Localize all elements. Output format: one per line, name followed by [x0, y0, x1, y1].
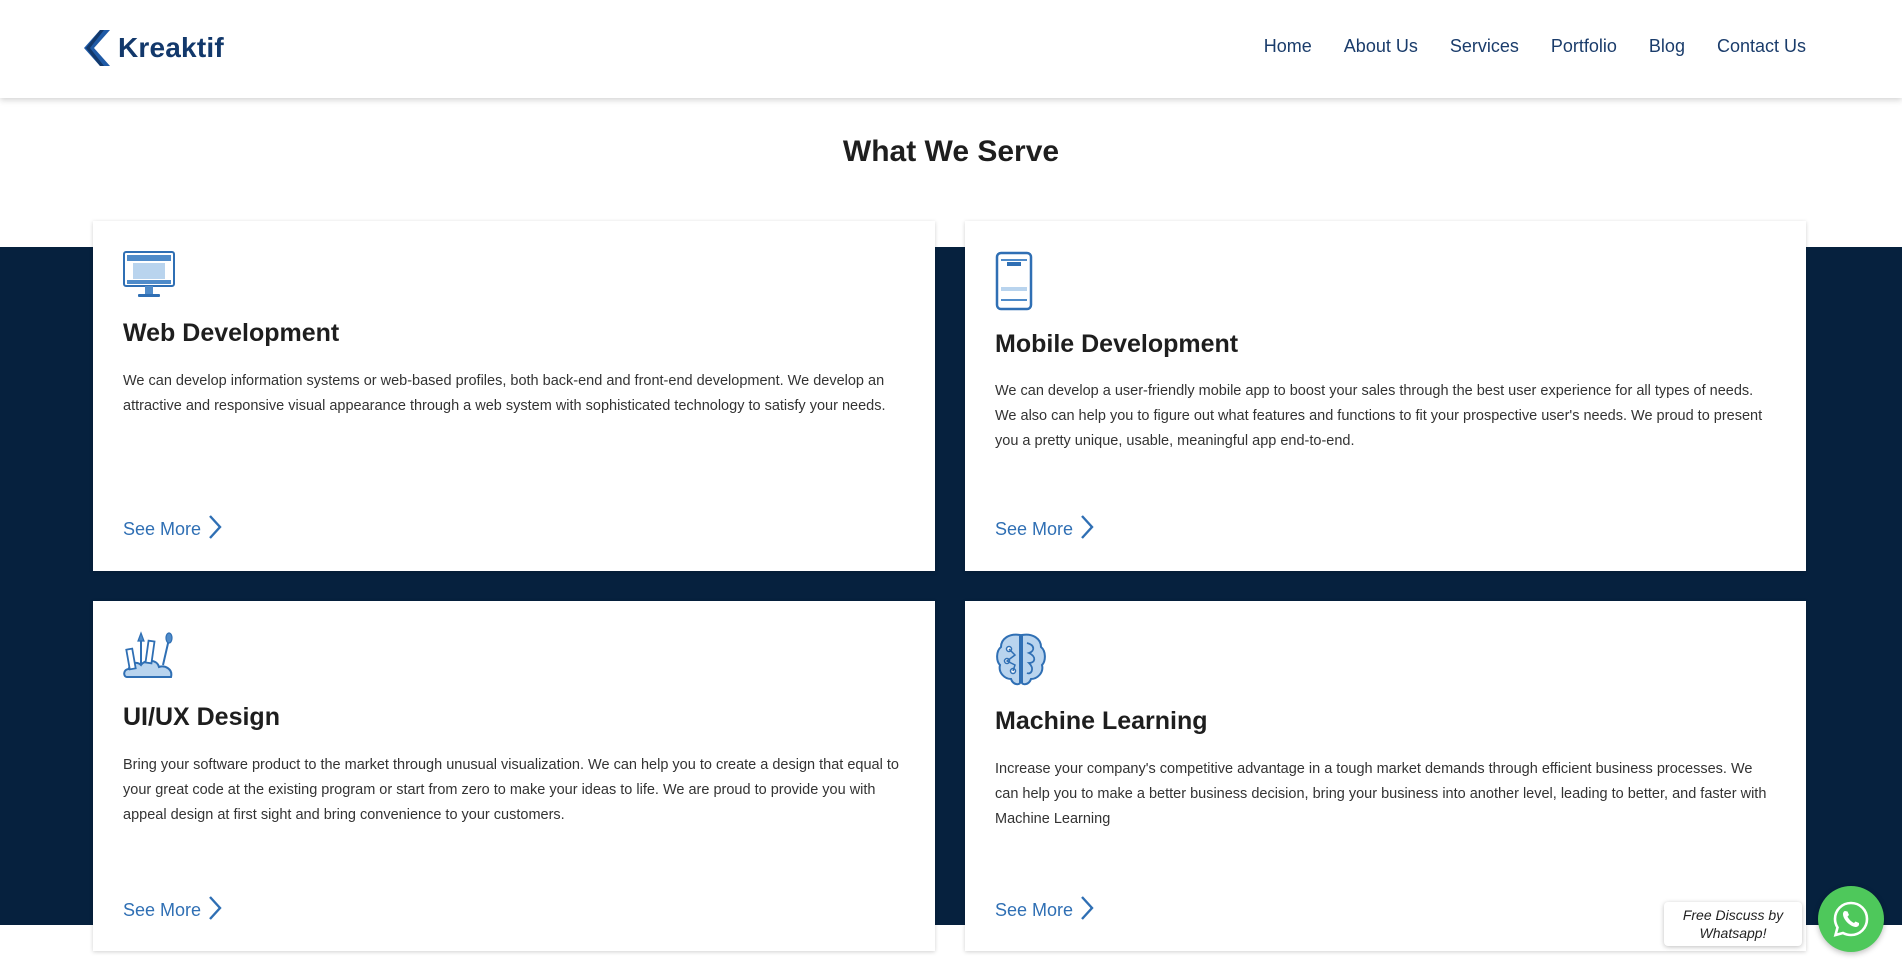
chevron-right-icon — [1079, 895, 1095, 926]
card-title: Mobile Development — [995, 330, 1239, 358]
service-card-ui-ux-design: UI/UX Design Bring your software product… — [93, 601, 935, 951]
card-description: We can develop a user-friendly mobile ap… — [995, 383, 1763, 449]
nav-home[interactable]: Home — [1264, 36, 1312, 57]
design-tools-icon — [123, 631, 175, 686]
site-header: Kreaktif Home About Us Services Portfoli… — [0, 0, 1902, 98]
whatsapp-button[interactable] — [1818, 886, 1884, 952]
logo[interactable]: Kreaktif — [84, 30, 224, 66]
whatsapp-icon — [1833, 901, 1869, 937]
card-description: We can develop information systems or we… — [123, 373, 886, 414]
whatsapp-label-line1: Free Discuss by — [1682, 907, 1784, 923]
see-more-link[interactable]: See More — [995, 895, 1095, 926]
nav-about-us[interactable]: About Us — [1344, 36, 1418, 57]
nav-contact-us[interactable]: Contact Us — [1717, 36, 1806, 57]
nav-services[interactable]: Services — [1450, 36, 1519, 57]
see-more-label: See More — [995, 519, 1074, 539]
card-description: Bring your software product to the marke… — [123, 757, 899, 823]
whatsapp-label-line2: Whatsapp! — [1699, 925, 1767, 941]
card-description: Increase your company's competitive adva… — [995, 761, 1767, 827]
service-card-machine-learning: Machine Learning Increase your company's… — [965, 601, 1806, 951]
see-more-label: See More — [995, 900, 1074, 920]
chevron-right-icon — [207, 895, 223, 926]
service-card-mobile-development: Mobile Development We can develop a user… — [965, 221, 1806, 571]
card-title: Web Development — [123, 319, 340, 347]
chevron-right-icon — [207, 514, 223, 545]
main-nav: Home About Us Services Portfolio Blog Co… — [1264, 36, 1806, 57]
smartphone-icon — [995, 251, 1033, 316]
logo-text: Kreaktif — [118, 32, 224, 63]
chevron-right-icon — [1079, 514, 1095, 545]
monitor-icon — [123, 251, 175, 304]
whatsapp-label[interactable]: Free Discuss by Whatsapp! — [1664, 902, 1802, 946]
card-title: Machine Learning — [995, 707, 1208, 735]
nav-blog[interactable]: Blog — [1649, 36, 1685, 57]
section-title: What We Serve — [842, 135, 1060, 168]
see-more-label: See More — [123, 519, 202, 539]
nav-portfolio[interactable]: Portfolio — [1551, 36, 1617, 57]
see-more-link[interactable]: See More — [123, 895, 223, 926]
service-card-web-development: Web Development We can develop informati… — [93, 221, 935, 571]
see-more-label: See More — [123, 900, 202, 920]
see-more-link[interactable]: See More — [995, 514, 1095, 545]
kreaktif-logo-icon — [84, 30, 110, 66]
see-more-link[interactable]: See More — [123, 514, 223, 545]
card-title: UI/UX Design — [123, 703, 280, 731]
brain-icon — [995, 631, 1047, 692]
